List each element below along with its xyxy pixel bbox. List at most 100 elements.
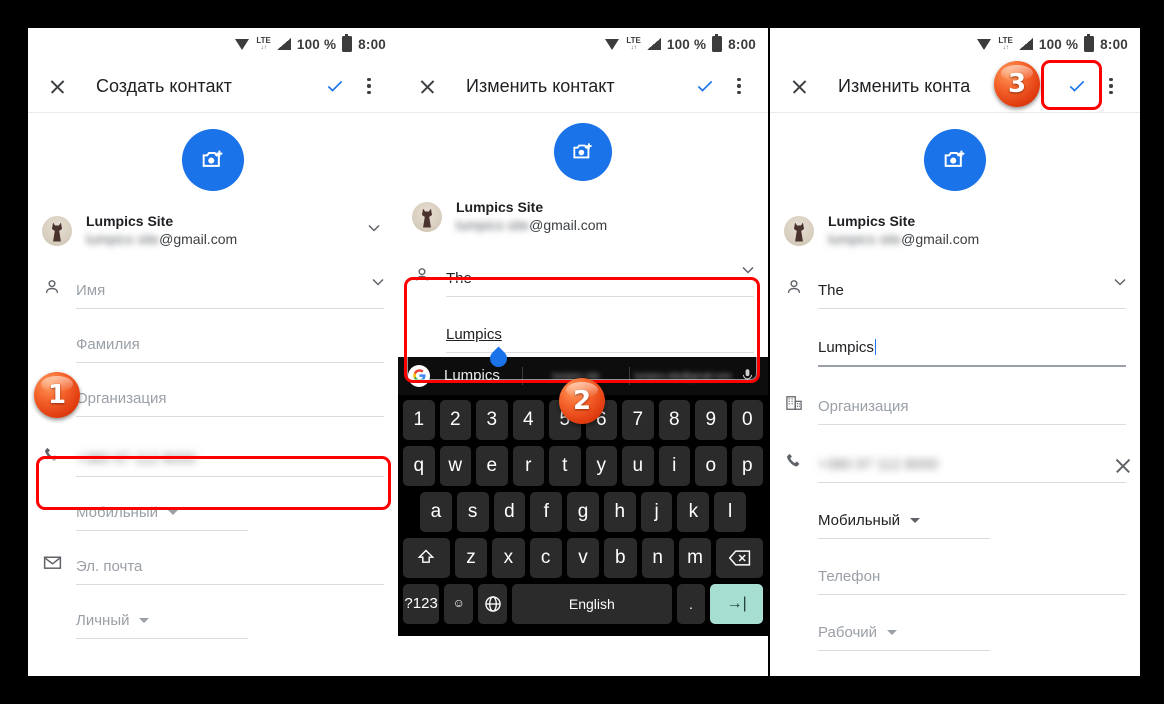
keyboard-row-home: a s d f g h j k l <box>400 491 766 532</box>
field-phone[interactable]: +380 97 112 8000 <box>770 429 1140 487</box>
key-z[interactable]: z <box>454 537 488 578</box>
lte-icon: LTE ↓↑ <box>998 37 1013 52</box>
key-k[interactable]: k <box>677 491 710 532</box>
key-l[interactable]: l <box>714 491 747 532</box>
close-button[interactable] <box>782 69 816 103</box>
key-3[interactable]: 3 <box>476 399 508 440</box>
key-a[interactable]: a <box>419 491 452 532</box>
key-d[interactable]: d <box>493 491 526 532</box>
field-email-type[interactable]: Личный <box>28 589 398 643</box>
photo-fab-wrap <box>28 113 398 209</box>
key-globe[interactable] <box>478 583 508 624</box>
key-7[interactable]: 7 <box>622 399 654 440</box>
name-expand-chevron-down-icon[interactable] <box>1110 272 1130 297</box>
field-underline <box>818 593 1126 595</box>
field-last-name[interactable]: Фамилия <box>28 313 398 367</box>
key-4[interactable]: 4 <box>512 399 544 440</box>
annotation-badge-1: 1 <box>34 372 80 418</box>
key-y[interactable]: y <box>585 445 617 486</box>
field-first-name[interactable]: The <box>770 259 1140 313</box>
field-last-name[interactable]: Lumpics <box>770 313 1140 371</box>
key-t[interactable]: t <box>549 445 581 486</box>
close-button[interactable] <box>410 69 444 103</box>
key-i[interactable]: i <box>658 445 690 486</box>
key-enter[interactable]: →| <box>710 583 763 624</box>
account-row[interactable]: Lumpics Site lumpics site@gmail.com <box>398 195 768 245</box>
key-backspace[interactable] <box>716 537 764 578</box>
field-organization[interactable]: Организация <box>770 371 1140 429</box>
key-space[interactable]: English <box>512 583 672 624</box>
save-button[interactable] <box>688 69 722 103</box>
field-phone-type-2-row: Рабочий <box>818 624 1126 650</box>
key-v[interactable]: v <box>566 537 600 578</box>
key-0[interactable]: 0 <box>731 399 763 440</box>
field-last-name-value-wrap: Lumpics <box>818 339 1126 365</box>
field-phone-type[interactable]: Мобильный <box>770 487 1140 543</box>
key-j[interactable]: j <box>640 491 673 532</box>
field-phone-type-main: Мобильный <box>818 512 1126 543</box>
key-f[interactable]: f <box>530 491 563 532</box>
status-bar: LTE ↓↑ 100 % 8:00 <box>770 28 1140 60</box>
field-underline <box>76 637 249 639</box>
field-phone-type-2[interactable]: Рабочий <box>770 599 1140 655</box>
key-c[interactable]: c <box>529 537 562 578</box>
account-email-domain: @gmail.com <box>901 230 980 247</box>
account-row[interactable]: Lumpics Site lumpics site@gmail.com <box>28 209 398 259</box>
field-organization-placeholder: Организация <box>818 397 909 415</box>
avatar <box>784 215 814 246</box>
key-b[interactable]: b <box>604 537 637 578</box>
chevron-down-icon[interactable] <box>139 617 150 623</box>
add-photo-button[interactable] <box>924 129 986 191</box>
key-p[interactable]: p <box>731 445 763 486</box>
building-icon <box>784 393 818 429</box>
field-last-name-main: Lumpics <box>818 339 1126 370</box>
key-shift[interactable] <box>402 537 450 578</box>
check-icon <box>327 80 343 92</box>
key-9[interactable]: 9 <box>695 399 727 440</box>
key-s[interactable]: s <box>456 491 489 532</box>
close-button[interactable] <box>40 69 74 103</box>
name-expand-chevron-down-icon[interactable] <box>368 272 388 297</box>
field-first-name-placeholder: Имя <box>76 281 106 299</box>
key-n[interactable]: n <box>641 537 674 578</box>
key-period[interactable]: . <box>676 583 706 624</box>
field-underline <box>818 537 991 539</box>
add-photo-button[interactable] <box>182 129 244 191</box>
key-8[interactable]: 8 <box>658 399 690 440</box>
key-h[interactable]: h <box>603 491 636 532</box>
shift-icon <box>418 549 435 563</box>
chevron-down-icon[interactable] <box>887 629 898 635</box>
add-photo-button[interactable] <box>554 123 612 181</box>
signal-icon <box>1018 38 1033 50</box>
clear-phone-button[interactable] <box>1114 457 1132 475</box>
key-u[interactable]: u <box>622 445 654 486</box>
save-button[interactable] <box>318 69 352 103</box>
key-e[interactable]: e <box>476 445 508 486</box>
field-email[interactable]: Эл. почта <box>28 535 398 589</box>
key-o[interactable]: o <box>695 445 727 486</box>
field-organization[interactable]: Организация <box>28 367 398 421</box>
field-phone-2[interactable]: Телефон <box>770 543 1140 599</box>
key-g[interactable]: g <box>567 491 599 532</box>
annotation-highlight-phone-field <box>36 456 391 510</box>
field-first-name-main: The <box>818 282 1126 313</box>
key-2[interactable]: 2 <box>439 399 471 440</box>
field-phone-type-icon-slot <box>42 519 76 535</box>
key-r[interactable]: r <box>512 445 544 486</box>
chevron-down-icon[interactable] <box>168 509 178 515</box>
chevron-down-icon[interactable] <box>910 517 920 523</box>
key-symbols[interactable]: ?123 <box>403 583 440 624</box>
key-m[interactable]: m <box>678 537 712 578</box>
account-row[interactable]: Lumpics Site lumpics site@gmail.com <box>770 209 1140 259</box>
key-q[interactable]: q <box>403 445 435 486</box>
overflow-menu-button[interactable] <box>722 69 756 103</box>
key-x[interactable]: x <box>492 537 525 578</box>
account-chevron-down-icon[interactable] <box>364 218 384 243</box>
key-comma-emoji[interactable]: ☺ <box>444 583 474 624</box>
key-1[interactable]: 1 <box>403 399 435 440</box>
overflow-menu-button[interactable] <box>352 69 386 103</box>
keyboard-rows: 1 2 3 4 5 6 7 8 9 0 q w e r t y u i o p … <box>398 394 768 636</box>
key-w[interactable]: w <box>439 445 471 486</box>
annotation-badge-1-label: 1 <box>47 380 67 410</box>
field-first-name[interactable]: Имя <box>28 259 398 313</box>
